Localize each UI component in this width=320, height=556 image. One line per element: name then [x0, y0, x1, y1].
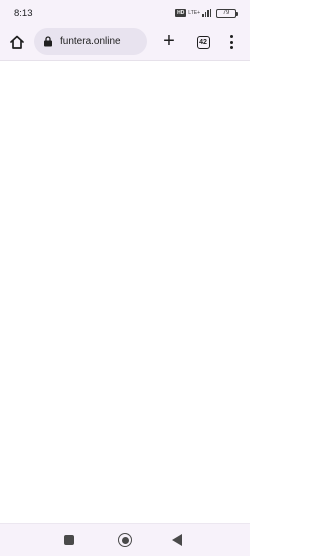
network-label: LTE+: [188, 9, 200, 16]
home-circle-icon[interactable]: [118, 533, 132, 547]
address-bar[interactable]: funtera.online: [34, 28, 147, 55]
status-time: 8:13: [14, 8, 33, 19]
battery-icon: 79: [216, 8, 238, 18]
home-icon: [10, 35, 24, 49]
sim-hd-icon: HD: [175, 9, 187, 17]
tab-count: 42: [199, 38, 207, 46]
system-nav-bar: [0, 523, 250, 556]
back-triangle-icon[interactable]: [172, 534, 182, 546]
plus-icon: +: [163, 30, 175, 52]
new-tab-button[interactable]: +: [158, 30, 180, 52]
sim-label: HD: [177, 10, 185, 16]
recents-square-icon[interactable]: [64, 535, 74, 545]
battery-level: 79: [222, 10, 230, 16]
lock-icon[interactable]: [42, 36, 54, 48]
status-icons: HD LTE+ 79: [175, 7, 238, 19]
lte-plus-icon: LTE+: [188, 9, 200, 16]
browser-toolbar: funtera.online + 42: [0, 26, 250, 61]
url-text[interactable]: funtera.online: [60, 36, 121, 47]
home-button[interactable]: [6, 31, 28, 53]
page-content: [0, 61, 250, 523]
status-bar: 8:13 HD LTE+ 79: [0, 0, 250, 26]
tab-switcher-button[interactable]: 42: [193, 32, 213, 52]
tab-switcher-icon: 42: [196, 35, 210, 49]
more-vert-icon[interactable]: [222, 31, 240, 53]
signal-icon: [202, 9, 211, 17]
